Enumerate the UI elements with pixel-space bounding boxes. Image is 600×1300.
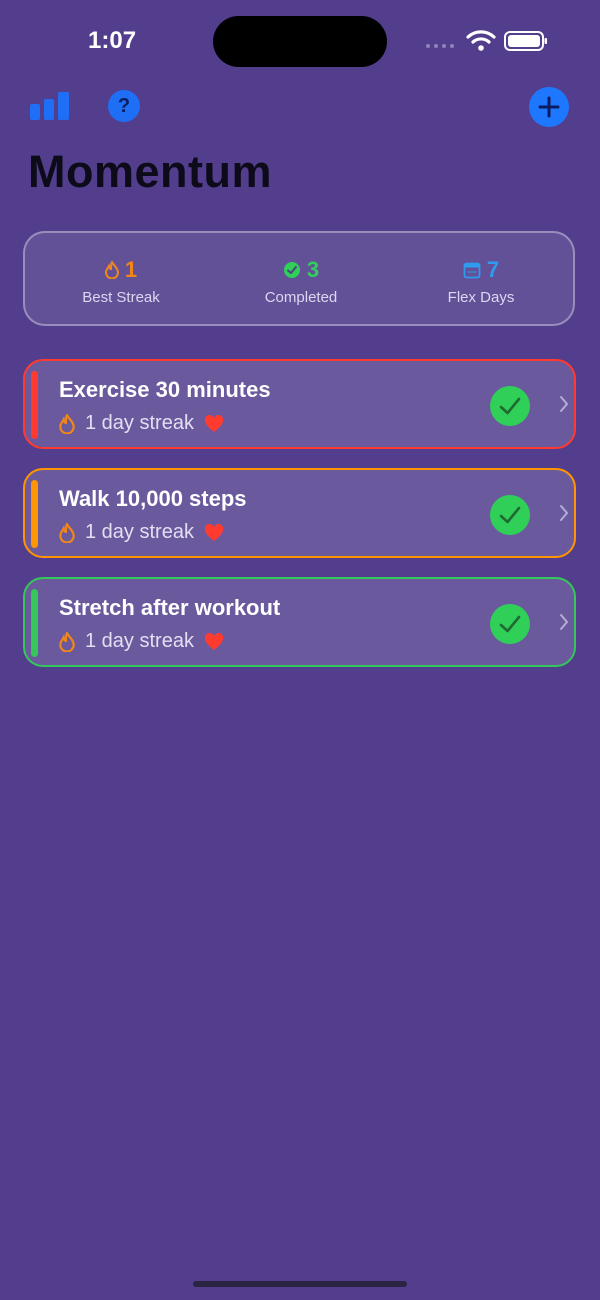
flame-icon (104, 261, 119, 279)
best-streak-value: 1 (124, 257, 138, 282)
habit-streak-text: 1 day streak (85, 521, 194, 543)
plus-icon (538, 96, 560, 118)
habit-color-bar (31, 589, 38, 657)
chevron-right-icon (560, 505, 568, 521)
heart-icon (204, 523, 224, 541)
flex-days-stat: 7 Flex Days (391, 257, 571, 306)
habit-color-bar (31, 480, 38, 548)
wifi-icon (466, 30, 496, 51)
stats-button[interactable] (30, 90, 72, 122)
heart-icon (204, 414, 224, 432)
habit-complete-toggle[interactable] (490, 604, 530, 644)
habit-name: Stretch after workout (59, 595, 281, 620)
summary-card: 1 Best Streak 3 Completed 7 Flex Days (23, 231, 575, 326)
page-title: Momentum (28, 146, 272, 197)
chevron-right-icon (560, 614, 568, 630)
habit-complete-toggle[interactable] (490, 386, 530, 426)
flex-days-value: 7 (486, 257, 500, 282)
home-indicator[interactable] (193, 1281, 407, 1287)
habit-color-bar (31, 371, 38, 439)
heart-icon (204, 632, 224, 650)
flame-icon (59, 522, 75, 543)
signal-icon (426, 44, 454, 48)
dynamic-island (213, 16, 387, 67)
checkmark-icon (499, 615, 521, 633)
habit-name: Walk 10,000 steps (59, 486, 247, 511)
habit-streak: 1 day streak (59, 412, 224, 435)
habit-card[interactable]: Walk 10,000 steps 1 day streak (23, 468, 576, 558)
best-streak-label: Best Streak (82, 289, 160, 306)
flame-icon (59, 413, 75, 434)
habit-streak-text: 1 day streak (85, 412, 194, 434)
chevron-right-icon (560, 396, 568, 412)
help-icon: ? (117, 94, 131, 117)
completed-stat: 3 Completed (211, 257, 391, 306)
bar-chart-icon (30, 92, 69, 120)
status-time: 1:07 (88, 27, 137, 54)
flex-days-label: Flex Days (447, 289, 515, 306)
habit-streak: 1 day streak (59, 521, 224, 544)
best-streak-stat: 1 Best Streak (31, 257, 211, 306)
habit-card[interactable]: Exercise 30 minutes 1 day streak (23, 359, 576, 449)
completed-label: Completed (264, 289, 338, 306)
completed-value: 3 (306, 257, 320, 282)
checkmark-circle-icon (283, 262, 300, 278)
habit-streak-text: 1 day streak (85, 630, 194, 652)
habit-card[interactable]: Stretch after workout 1 day streak (23, 577, 576, 667)
habit-complete-toggle[interactable] (490, 495, 530, 535)
habit-name: Exercise 30 minutes (59, 377, 271, 402)
add-habit-button[interactable] (529, 87, 569, 127)
habit-streak: 1 day streak (59, 630, 224, 653)
calendar-icon (463, 262, 481, 279)
battery-icon (504, 31, 547, 51)
checkmark-icon (499, 506, 521, 524)
help-button[interactable]: ? (108, 90, 140, 122)
checkmark-icon (499, 397, 521, 415)
flame-icon (59, 631, 75, 652)
